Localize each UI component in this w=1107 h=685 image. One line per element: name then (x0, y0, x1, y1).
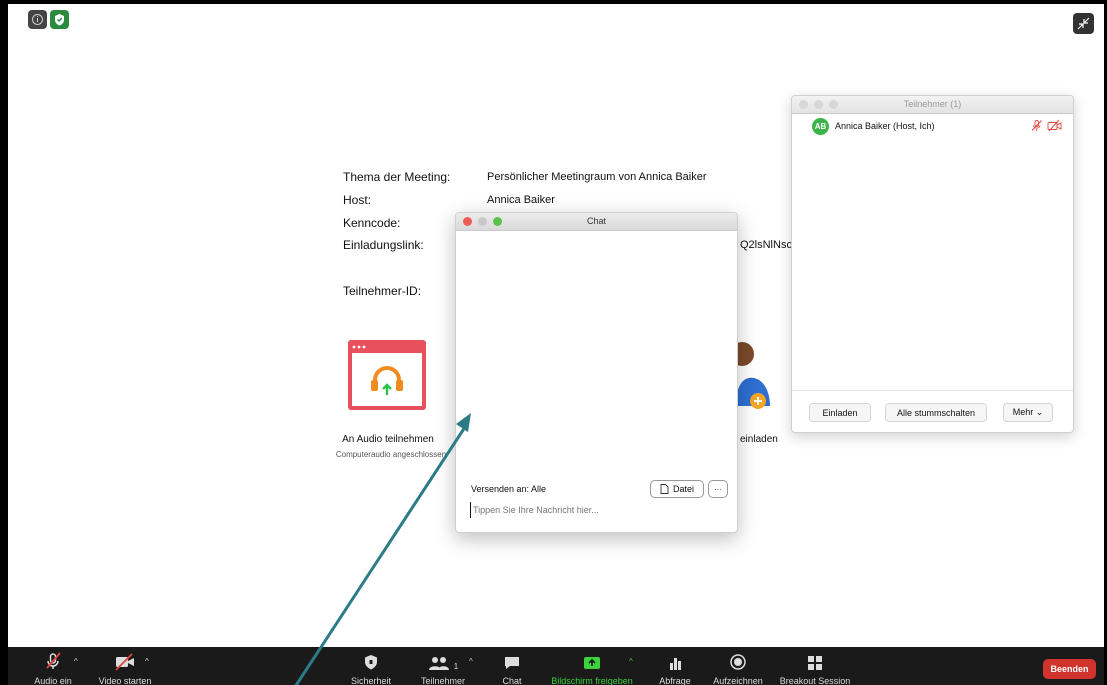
record-label: Aufzeichnen (713, 676, 763, 685)
chat-icon (505, 657, 519, 669)
breakout-session-label: Breakout Session (779, 676, 851, 685)
chat-more-button[interactable]: ··· (708, 480, 728, 498)
join-audio-label: An Audio teilnehmen (342, 434, 434, 445)
file-icon (660, 484, 669, 494)
audio-label: Audio ein (34, 676, 72, 685)
invite-button[interactable]: Einladen (809, 403, 871, 422)
file-button[interactable]: Datei (650, 480, 704, 498)
participants-icon (428, 657, 449, 670)
join-audio-tile[interactable] (348, 340, 426, 410)
chat-label: Chat (502, 676, 522, 685)
chat-titlebar[interactable]: Chat (456, 213, 737, 231)
file-button-label: Datei (672, 484, 694, 494)
participants-footer: Einladen Alle stummschalten Mehr ⌄ (792, 390, 1073, 432)
participant-count: 1 (453, 662, 459, 671)
share-options-chevron-icon[interactable]: ^ (629, 657, 633, 666)
invite-tile[interactable] (730, 334, 776, 414)
participant-name: Annica Baiker (Host, Ich) (835, 121, 935, 131)
participants-titlebar[interactable]: Teilnehmer (1) (792, 96, 1073, 114)
audio-button[interactable]: Audio ein (28, 647, 78, 685)
video-off-icon[interactable] (1047, 119, 1062, 137)
topic-value: Persönlicher Meetingraum von Annica Baik… (487, 171, 707, 183)
participant-id-label: Teilnehmer-ID: (343, 284, 422, 298)
chat-message-input[interactable] (470, 502, 723, 518)
muted-mic-icon (46, 652, 61, 669)
chat-button[interactable]: Chat (492, 647, 532, 685)
video-options-chevron-icon[interactable]: ^ (145, 657, 149, 666)
invite-link-label: Einladungslink: (343, 238, 424, 252)
chat-message-area (456, 231, 737, 476)
host-label: Host: (343, 193, 372, 207)
security-shield-icon (365, 655, 377, 670)
muted-mic-icon[interactable] (1030, 119, 1043, 137)
participants-title: Teilnehmer (1) (903, 99, 962, 109)
participants-button[interactable]: 1 Teilnehmer (413, 647, 473, 685)
meeting-toolbar: Audio ein ^ Video starten ^ Sicherheit 1… (8, 647, 1104, 685)
video-button[interactable]: Video starten (90, 647, 160, 685)
exit-fullscreen-icon[interactable] (1073, 13, 1094, 34)
participant-row[interactable]: AB Annica Baiker (Host, Ich) (812, 116, 1062, 137)
share-screen-label: Bildschirm freigeben (551, 676, 633, 685)
security-button[interactable]: Sicherheit (346, 647, 396, 685)
video-off-icon (115, 653, 134, 671)
record-button[interactable]: Aufzeichnen (708, 647, 768, 685)
avatar: AB (812, 118, 829, 135)
mute-all-button[interactable]: Alle stummschalten (885, 403, 987, 422)
share-screen-icon (584, 657, 600, 669)
meeting-window: Thema der Meeting: Persönlicher Meetingr… (8, 4, 1104, 685)
breakout-session-button[interactable]: Breakout Session (776, 647, 854, 685)
info-icon[interactable] (28, 10, 47, 29)
chat-window[interactable]: Chat Versenden an: Alle Datei ··· (455, 212, 738, 533)
poll-label: Abfrage (659, 676, 691, 685)
breakout-rooms-icon (808, 656, 822, 670)
passcode-label: Kenncode: (343, 216, 401, 230)
more-button[interactable]: Mehr ⌄ (1003, 403, 1053, 422)
audio-connected-text: Computeraudio angeschlossen (335, 450, 447, 459)
host-value: Annica Baiker (487, 194, 555, 206)
end-meeting-button[interactable]: Beenden (1043, 659, 1096, 679)
chat-title: Chat (586, 216, 606, 226)
poll-button[interactable]: Abfrage (650, 647, 700, 685)
poll-icon (670, 658, 681, 670)
participants-label: Teilnehmer (420, 676, 466, 685)
security-shield-icon[interactable] (50, 10, 69, 29)
invite-label: einladen (740, 434, 778, 445)
video-label: Video starten (98, 676, 152, 685)
record-icon (730, 654, 746, 670)
participants-window[interactable]: Teilnehmer (1) AB Annica Baiker (Host, I… (791, 95, 1074, 433)
share-screen-button[interactable]: Bildschirm freigeben (542, 647, 642, 685)
audio-options-chevron-icon[interactable]: ^ (74, 657, 78, 666)
participants-options-chevron-icon[interactable]: ^ (469, 657, 473, 666)
send-to-selector[interactable]: Versenden an: Alle (471, 484, 546, 494)
topic-label: Thema der Meeting: (343, 170, 451, 184)
security-label: Sicherheit (350, 676, 392, 685)
